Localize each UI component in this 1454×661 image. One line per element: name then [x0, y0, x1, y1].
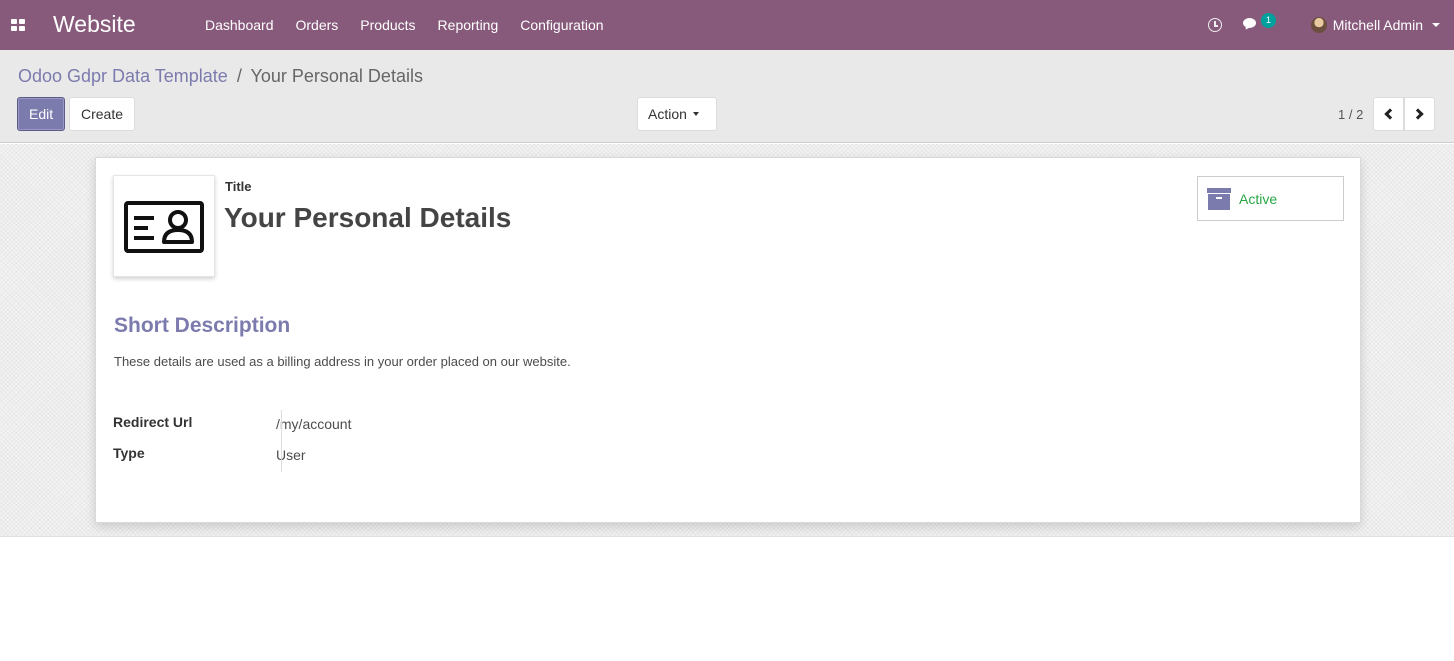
user-name: Mitchell Admin	[1332, 17, 1423, 33]
chevron-left-icon	[1384, 108, 1396, 120]
breadcrumb-current: Your Personal Details	[250, 66, 423, 86]
avatar	[1310, 17, 1327, 33]
record-title: Your Personal Details	[224, 202, 512, 233]
top-navbar: Website Dashboard Orders Products Report…	[0, 0, 1454, 50]
breadcrumb-parent-link[interactable]: Odoo Gdpr Data Template	[18, 66, 228, 86]
title-label: Title	[225, 179, 252, 194]
id-card-icon	[124, 201, 204, 253]
menu-item-reporting[interactable]: Reporting	[427, 0, 510, 50]
action-label: Action	[648, 106, 687, 122]
menu-item-products[interactable]: Products	[349, 0, 426, 50]
menu-item-orders[interactable]: Orders	[285, 0, 350, 50]
active-toggle-button[interactable]: Active	[1197, 176, 1344, 221]
breadcrumb-separator: /	[236, 66, 242, 86]
archive-icon	[1207, 188, 1231, 210]
pager-previous-button[interactable]	[1373, 97, 1404, 131]
clock-icon[interactable]	[1208, 18, 1222, 32]
edit-button[interactable]: Edit	[17, 97, 66, 131]
create-button[interactable]: Create	[69, 97, 136, 131]
field-value-redirect-url: /my/account	[276, 416, 352, 432]
record-image[interactable]	[113, 175, 215, 277]
form-view: Title Your Personal Details Active Short…	[0, 144, 1454, 537]
pager-value[interactable]: 1 / 2	[1338, 107, 1363, 122]
action-dropdown-button[interactable]: Action	[637, 97, 717, 131]
chat-icon[interactable]	[1243, 18, 1259, 32]
chat-counter-badge: 1	[1261, 13, 1276, 28]
field-divider	[281, 410, 282, 472]
active-label: Active	[1239, 191, 1278, 207]
app-title[interactable]: Website	[53, 11, 136, 38]
field-label-redirect-url: Redirect Url	[113, 414, 193, 430]
caret-down-icon	[692, 112, 699, 116]
chevron-down-icon	[1432, 23, 1440, 27]
pager-next-button[interactable]	[1404, 97, 1435, 131]
field-label-type: Type	[113, 445, 145, 461]
control-panel: Odoo Gdpr Data Template / Your Personal …	[0, 50, 1454, 143]
main-menu: Dashboard Orders Products Reporting Conf…	[194, 0, 615, 50]
breadcrumb: Odoo Gdpr Data Template / Your Personal …	[18, 66, 423, 87]
menu-item-configuration[interactable]: Configuration	[509, 0, 614, 50]
menu-item-dashboard[interactable]: Dashboard	[194, 0, 285, 50]
form-sheet: Title Your Personal Details Active Short…	[95, 157, 1361, 523]
apps-grid-icon[interactable]	[11, 19, 25, 31]
section-heading: Short Description	[114, 314, 291, 337]
user-menu[interactable]: Mitchell Admin	[1310, 0, 1440, 50]
short-description: These details are used as a billing addr…	[114, 354, 571, 369]
chevron-right-icon	[1412, 108, 1424, 120]
